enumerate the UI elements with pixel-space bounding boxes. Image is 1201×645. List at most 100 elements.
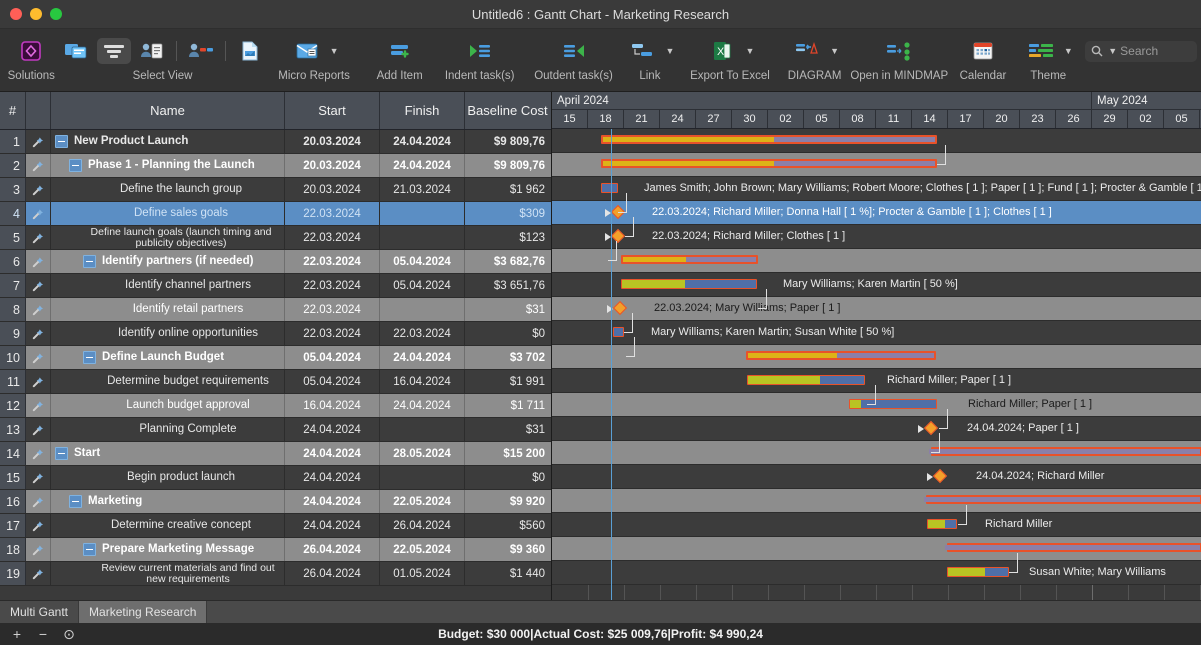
row-baseline-cost[interactable]: $1 991: [465, 370, 550, 393]
row-indicator[interactable]: [26, 274, 51, 297]
gantt-row[interactable]: [552, 249, 1201, 273]
gantt-row[interactable]: [552, 441, 1201, 465]
chevron-down-icon[interactable]: ▼: [330, 46, 339, 56]
row-indicator[interactable]: [26, 394, 51, 417]
row-finish[interactable]: 16.04.2024: [380, 370, 465, 393]
gantt-row[interactable]: [552, 153, 1201, 177]
row-baseline-cost[interactable]: $1 711: [465, 394, 550, 417]
gantt-task-bar[interactable]: [601, 183, 618, 193]
collapse-toggle-icon[interactable]: [69, 495, 82, 508]
row-finish[interactable]: 26.04.2024: [380, 514, 465, 537]
row-start[interactable]: 22.03.2024: [285, 250, 380, 273]
row-finish[interactable]: 22.05.2024: [380, 538, 465, 561]
resource-view-icon[interactable]: [59, 38, 93, 64]
row-finish[interactable]: 24.04.2024: [380, 394, 465, 417]
gantt-row[interactable]: Mary Williams; Karen Martin; Susan White…: [552, 321, 1201, 345]
gantt-row[interactable]: James Smith; John Brown; Mary Williams; …: [552, 177, 1201, 201]
search-input[interactable]: ▼ Search: [1085, 41, 1197, 62]
row-start[interactable]: 20.03.2024: [285, 130, 380, 153]
row-name-cell[interactable]: Define the launch group: [51, 178, 285, 201]
row-start[interactable]: 26.04.2024: [285, 538, 380, 561]
chevron-down-icon[interactable]: ▼: [665, 46, 674, 56]
row-name-cell[interactable]: Define sales goals: [51, 202, 285, 225]
row-baseline-cost[interactable]: $15 200: [465, 442, 550, 465]
row-baseline-cost[interactable]: $31: [465, 298, 550, 321]
row-start[interactable]: 26.04.2024: [285, 562, 380, 585]
row-finish[interactable]: [380, 202, 465, 225]
row-name-cell[interactable]: Planning Complete: [51, 418, 285, 441]
solutions-icon[interactable]: [14, 38, 48, 64]
row-name-cell[interactable]: Marketing: [51, 490, 285, 513]
chevron-down-icon[interactable]: ▼: [1108, 46, 1117, 56]
row-finish[interactable]: 24.04.2024: [380, 346, 465, 369]
row-baseline-cost[interactable]: $1 440: [465, 562, 550, 585]
collapse-toggle-icon[interactable]: [55, 135, 68, 148]
row-name-cell[interactable]: Prepare Marketing Message: [51, 538, 285, 561]
table-row[interactable]: 3Define the launch group20.03.202421.03.…: [0, 178, 551, 202]
row-name-cell[interactable]: Start: [51, 442, 285, 465]
row-indicator[interactable]: [26, 130, 51, 153]
gantt-summary-bar[interactable]: [746, 351, 936, 360]
row-indicator[interactable]: [26, 298, 51, 321]
gantt-row[interactable]: Richard Miller; Paper [ 1 ]: [552, 393, 1201, 417]
row-finish[interactable]: [380, 226, 465, 249]
row-finish[interactable]: 28.05.2024: [380, 442, 465, 465]
table-row[interactable]: 8Identify retail partners22.03.2024$31: [0, 298, 551, 322]
row-indicator[interactable]: [26, 442, 51, 465]
row-indicator[interactable]: [26, 538, 51, 561]
column-header-indicator[interactable]: [26, 92, 51, 129]
gantt-row[interactable]: [552, 537, 1201, 561]
column-header-name[interactable]: Name: [51, 92, 285, 129]
table-row[interactable]: 1New Product Launch20.03.202424.04.2024$…: [0, 130, 551, 154]
sheet-tab-marketing-research[interactable]: Marketing Research: [79, 601, 207, 623]
row-finish[interactable]: [380, 466, 465, 489]
row-baseline-cost[interactable]: $3 682,76: [465, 250, 550, 273]
row-baseline-cost[interactable]: $0: [465, 466, 550, 489]
table-row[interactable]: 16Marketing24.04.202422.05.2024$9 920: [0, 490, 551, 514]
row-baseline-cost[interactable]: $1 962: [465, 178, 550, 201]
row-name-cell[interactable]: New Product Launch: [51, 130, 285, 153]
row-finish[interactable]: 21.03.2024: [380, 178, 465, 201]
zoom-button[interactable]: [50, 8, 62, 20]
gantt-summary-bar[interactable]: [621, 255, 758, 264]
gantt-task-bar[interactable]: [849, 399, 937, 409]
table-row[interactable]: 13Planning Complete24.04.2024$31: [0, 418, 551, 442]
table-row[interactable]: 14Start24.04.202428.05.2024$15 200: [0, 442, 551, 466]
row-start[interactable]: 24.04.2024: [285, 466, 380, 489]
row-start[interactable]: 05.04.2024: [285, 370, 380, 393]
row-name-cell[interactable]: Define Launch Budget: [51, 346, 285, 369]
row-finish[interactable]: 22.05.2024: [380, 490, 465, 513]
collapse-toggle-icon[interactable]: [83, 351, 96, 364]
row-indicator[interactable]: [26, 178, 51, 201]
mindmap-icon[interactable]: [882, 38, 916, 64]
row-finish[interactable]: 05.04.2024: [380, 274, 465, 297]
row-finish[interactable]: 24.04.2024: [380, 130, 465, 153]
column-header-number[interactable]: #: [0, 92, 26, 129]
table-row[interactable]: 11Determine budget requirements05.04.202…: [0, 370, 551, 394]
gantt-summary-bar[interactable]: [601, 159, 937, 168]
micro-reports-icon[interactable]: [290, 38, 324, 64]
collapse-toggle-icon[interactable]: [69, 159, 82, 172]
table-row[interactable]: 10Define Launch Budget05.04.202424.04.20…: [0, 346, 551, 370]
row-indicator[interactable]: [26, 466, 51, 489]
row-name-cell[interactable]: Review current materials and find out ne…: [51, 562, 285, 585]
gantt-summary-bar[interactable]: [931, 447, 1201, 456]
row-finish[interactable]: [380, 298, 465, 321]
gantt-task-bar[interactable]: [927, 519, 957, 529]
row-name-cell[interactable]: Phase 1 - Planning the Launch: [51, 154, 285, 177]
gantt-task-bar[interactable]: [613, 327, 624, 337]
table-row[interactable]: 19Review current materials and find out …: [0, 562, 551, 586]
row-baseline-cost[interactable]: $9 809,76: [465, 154, 550, 177]
table-row[interactable]: 2Phase 1 - Planning the Launch20.03.2024…: [0, 154, 551, 178]
gantt-row[interactable]: 22.03.2024; Mary Williams; Paper [ 1 ]: [552, 297, 1201, 321]
sheet-tab-multi-gantt[interactable]: Multi Gantt: [0, 601, 79, 623]
table-row[interactable]: 6Identify partners (if needed)22.03.2024…: [0, 250, 551, 274]
row-indicator[interactable]: [26, 418, 51, 441]
remove-row-button[interactable]: −: [36, 627, 50, 641]
gantt-task-bar[interactable]: [747, 375, 865, 385]
gantt-row[interactable]: Susan White; Mary Williams: [552, 561, 1201, 585]
gantt-summary-bar[interactable]: [947, 543, 1201, 552]
row-baseline-cost[interactable]: $3 651,76: [465, 274, 550, 297]
chevron-down-icon[interactable]: ▼: [745, 46, 754, 56]
collapse-toggle-icon[interactable]: [55, 447, 68, 460]
